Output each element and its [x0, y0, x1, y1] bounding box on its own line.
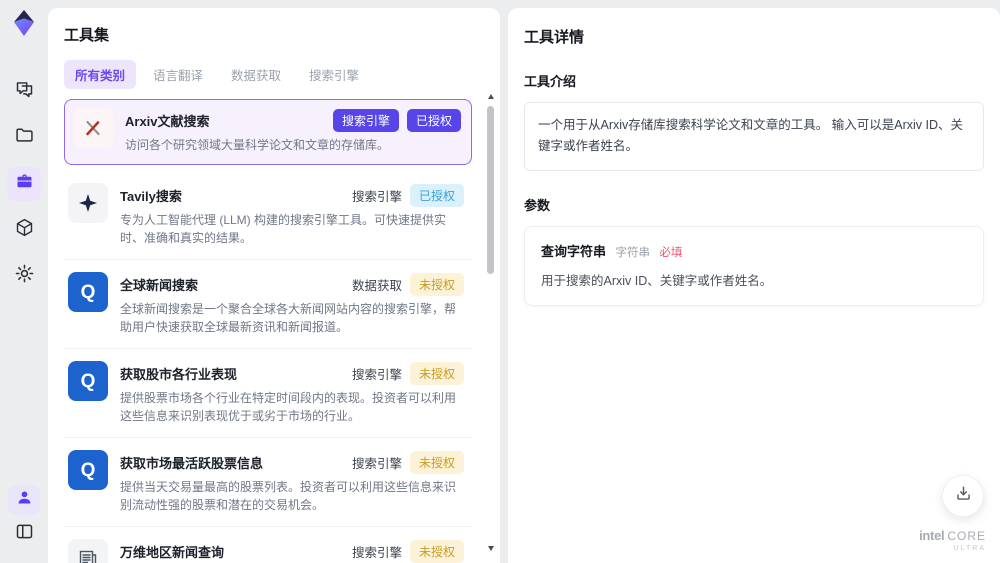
status-badge: 未授权 — [409, 540, 464, 563]
tool-name: 全球新闻搜索 — [120, 278, 199, 293]
tool-description: 提供股票市场各个行业在特定时间段内的表现。投资者可以利用这些信息来识别表现优于或… — [120, 391, 457, 423]
brand-core: CORE — [947, 528, 986, 543]
scrollbar-thumb[interactable] — [487, 106, 494, 274]
tool-card-global-news[interactable]: Q 全球新闻搜索 数据获取 未授权 全球新闻搜索是一个聚合全球各大新闻网站内容的… — [64, 260, 472, 349]
sidebar-item-plugins[interactable] — [7, 213, 41, 247]
tavily-star-icon — [68, 183, 108, 223]
tab-all-categories[interactable]: 所有类别 — [64, 60, 137, 89]
folder-icon — [14, 125, 35, 151]
parameter-name: 查询字符串 — [541, 243, 607, 259]
rail-nav — [7, 75, 41, 293]
params-heading: 参数 — [524, 197, 551, 213]
parameter-description: 用于搜索的Arxiv ID、关键字或作者姓名。 — [541, 273, 773, 288]
tool-description: 提供当天交易量最高的股票列表。投资者可以利用这些信息来识别流动性强的股票和潜在的… — [120, 480, 457, 512]
intro-heading: 工具介绍 — [524, 74, 577, 89]
status-badge: 已授权 — [409, 184, 464, 207]
brand-intel: intel — [919, 527, 945, 543]
details-title: 工具详情 — [524, 29, 585, 46]
status-badge: 未授权 — [409, 362, 464, 385]
newspaper-icon — [68, 539, 108, 563]
category-label: 数据获取 — [351, 279, 402, 293]
tool-name: 万维地区新闻查询 — [120, 545, 225, 560]
tool-name: Tavily搜索 — [120, 189, 182, 204]
page-title: 工具集 — [64, 27, 110, 44]
tab-language-translation[interactable]: 语言翻译 — [142, 60, 214, 89]
scrollbar[interactable] — [487, 94, 495, 551]
category-label: 搜索引擎 — [351, 190, 402, 204]
sidebar-item-tools[interactable] — [7, 167, 41, 201]
category-badge: 搜索引擎 — [332, 109, 399, 132]
left-rail — [0, 0, 48, 563]
category-label: 搜索引擎 — [351, 546, 402, 560]
sidebar-item-settings[interactable] — [7, 259, 41, 293]
category-label: 搜索引擎 — [351, 368, 402, 382]
toolset-panel: 工具集 所有类别 语言翻译 数据获取 搜索引擎 Arxiv文献搜索 搜索引擎 已… — [48, 8, 500, 563]
arxiv-logo-icon — [73, 108, 113, 148]
category-tabs: 所有类别 语言翻译 数据获取 搜索引擎 — [64, 60, 470, 89]
app-logo-diamond — [9, 8, 39, 43]
tool-card-body: 获取股市各行业表现 搜索引擎 未授权 提供股票市场各个行业在特定时间段内的表现。… — [120, 361, 464, 425]
user-profile-icon — [15, 488, 34, 512]
tool-name: Arxiv文献搜索 — [125, 114, 210, 129]
tool-card-body: 万维地区新闻查询 搜索引擎 未授权 查询具体行政区划内的新闻，快速了解各地新闻动 — [120, 539, 464, 563]
tool-list: Arxiv文献搜索 搜索引擎 已授权 访问各个研究领域大量科学论文和文章的存储库… — [64, 99, 472, 563]
tool-description: 全球新闻搜索是一个聚合全球各大新闻网站内容的搜索引擎，帮助用户快速获取全球最新资… — [120, 302, 457, 334]
sidebar-item-collapse[interactable] — [7, 517, 41, 551]
panel-toggle-icon — [14, 521, 35, 547]
category-label: 搜索引擎 — [351, 457, 402, 471]
tool-name: 获取市场最活跃股票信息 — [120, 456, 264, 471]
scroll-down-arrow-icon[interactable] — [488, 546, 494, 551]
download-button[interactable] — [942, 475, 984, 517]
tab-search-engine[interactable]: 搜索引擎 — [298, 60, 370, 89]
sidebar-item-chat[interactable] — [7, 75, 41, 109]
intel-core-logo: intel CORE ULTRA — [919, 527, 986, 553]
tool-card-body: 全球新闻搜索 数据获取 未授权 全球新闻搜索是一个聚合全球各大新闻网站内容的搜索… — [120, 272, 464, 336]
status-badge: 未授权 — [409, 273, 464, 296]
tool-card-body: 获取市场最活跃股票信息 搜索引擎 未授权 提供当天交易量最高的股票列表。投资者可… — [120, 450, 464, 514]
tool-description: 访问各个研究领域大量科学论文和文章的存储库。 — [125, 138, 390, 152]
chat-icon — [14, 79, 35, 105]
intro-text: 一个用于从Arxiv存储库搜索科学论文和文章的工具。 输入可以是Arxiv ID… — [524, 102, 984, 171]
sidebar-item-files[interactable] — [7, 121, 41, 155]
status-badge: 已授权 — [406, 109, 461, 132]
tool-card-sector-performance[interactable]: Q 获取股市各行业表现 搜索引擎 未授权 提供股票市场各个行业在特定时间段内的表… — [64, 349, 472, 438]
tool-card-active-stocks[interactable]: Q 获取市场最活跃股票信息 搜索引擎 未授权 提供当天交易量最高的股票列表。投资… — [64, 438, 472, 527]
scroll-up-arrow-icon[interactable] — [488, 94, 494, 99]
sidebar-item-profile[interactable] — [8, 485, 40, 515]
gear-icon — [14, 263, 35, 289]
download-icon — [954, 484, 973, 508]
tool-name: 获取股市各行业表现 — [120, 367, 238, 382]
q-news-logo-icon: Q — [68, 272, 108, 312]
tab-data-acquisition[interactable]: 数据获取 — [220, 60, 292, 89]
tool-card-tavily[interactable]: Tavily搜索 搜索引擎 已授权 专为人工智能代理 (LLM) 构建的搜索引擎… — [64, 171, 472, 260]
tool-description: 专为人工智能代理 (LLM) 构建的搜索引擎工具。可快速提供实时、准确和真实的结… — [120, 213, 447, 245]
tool-card-body: Arxiv文献搜索 搜索引擎 已授权 访问各个研究领域大量科学论文和文章的存储库… — [125, 108, 461, 154]
parameter-card: 查询字符串 字符串 必填 用于搜索的Arxiv ID、关键字或作者姓名。 — [524, 225, 984, 306]
tool-card-arxiv[interactable]: Arxiv文献搜索 搜索引擎 已授权 访问各个研究领域大量科学论文和文章的存储库… — [64, 99, 472, 165]
parameter-header: 查询字符串 字符串 必填 — [541, 241, 967, 261]
rail-bottom — [0, 485, 48, 551]
q-news-logo-icon: Q — [68, 450, 108, 490]
q-news-logo-icon: Q — [68, 361, 108, 401]
status-badge: 未授权 — [409, 451, 464, 474]
parameter-type: 字符串 — [615, 246, 650, 259]
cube-icon — [14, 217, 35, 243]
parameter-required-flag: 必填 — [659, 246, 683, 259]
brand-tier: ULTRA — [953, 545, 986, 553]
briefcase-tools-icon — [14, 171, 35, 197]
tool-details-panel: 工具详情 工具介绍 一个用于从Arxiv存储库搜索科学论文和文章的工具。 输入可… — [508, 8, 1000, 563]
tool-card-regional-news[interactable]: 万维地区新闻查询 搜索引擎 未授权 查询具体行政区划内的新闻，快速了解各地新闻动 — [64, 527, 472, 563]
tool-card-body: Tavily搜索 搜索引擎 已授权 专为人工智能代理 (LLM) 构建的搜索引擎… — [120, 183, 464, 247]
